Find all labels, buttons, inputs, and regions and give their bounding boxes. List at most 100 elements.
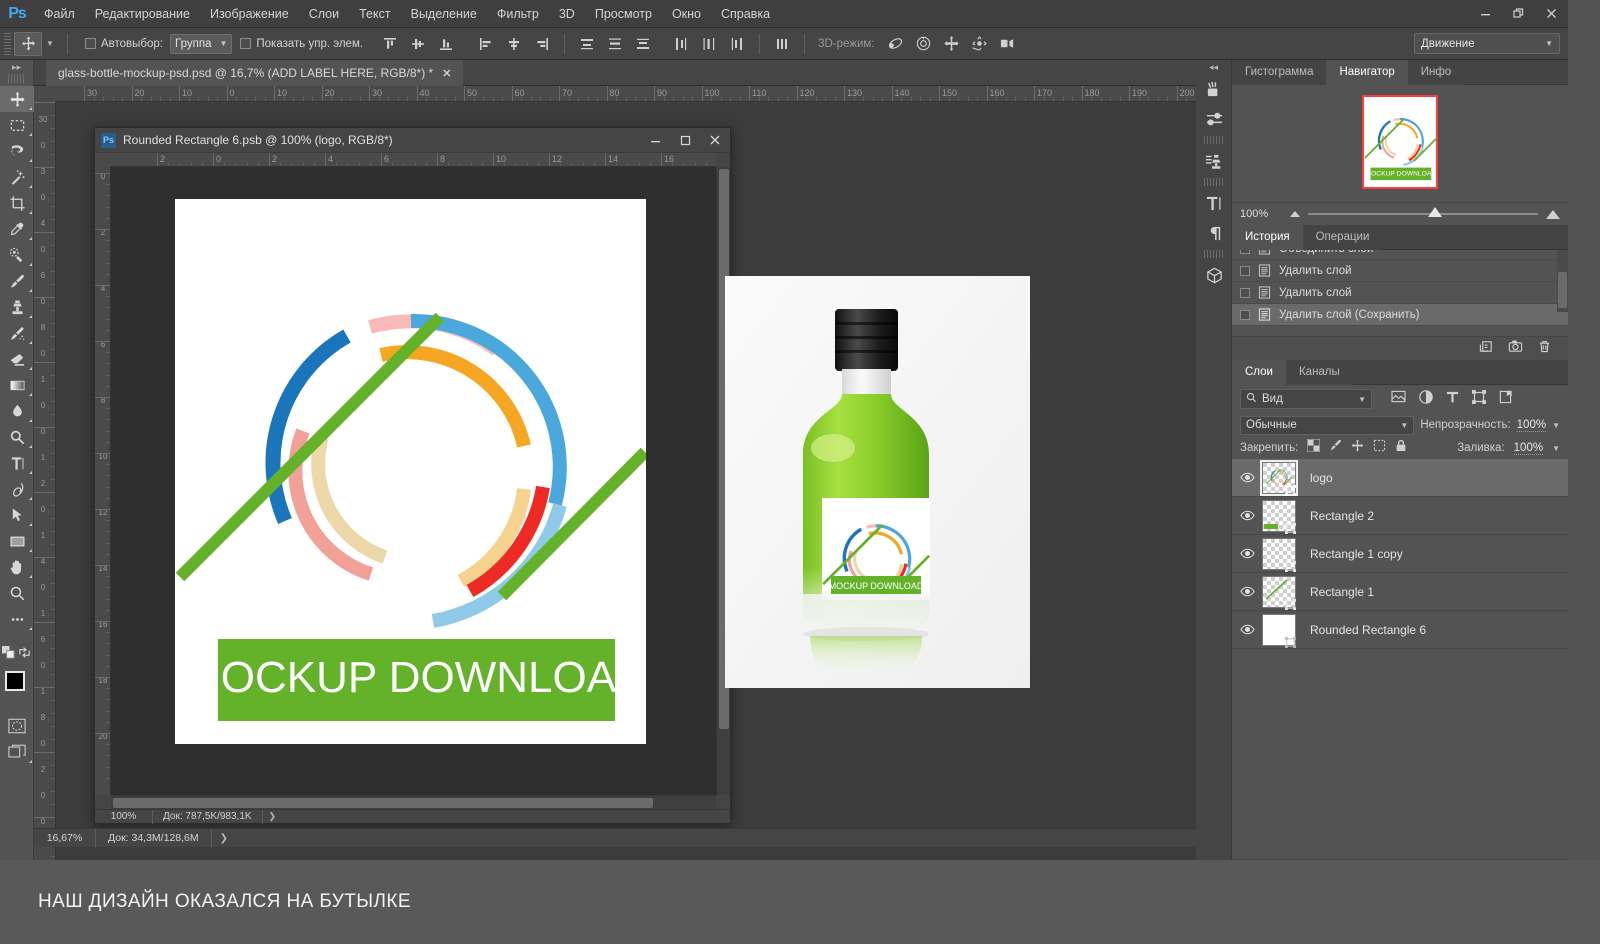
chevron-down-icon[interactable]: ▼ <box>1552 444 1560 453</box>
layer-filter-dropdown[interactable]: Вид ▼ <box>1240 389 1372 409</box>
workspace-dropdown[interactable]: Движение ▼ <box>1414 33 1560 54</box>
tool-eraser[interactable] <box>0 346 34 372</box>
layer-name[interactable]: Rectangle 1 copy <box>1296 547 1403 561</box>
layer-name[interactable]: Rounded Rectangle 6 <box>1296 623 1426 637</box>
document-tab[interactable]: glass-bottle-mockup-psd.psd @ 16,7% (ADD… <box>46 60 464 86</box>
adjustments-icon[interactable] <box>1196 104 1232 134</box>
menu-select[interactable]: Выделение <box>401 0 487 28</box>
maximize-button[interactable] <box>670 128 700 153</box>
align-right-edges-icon[interactable] <box>529 32 555 56</box>
auto-select-scope-dropdown[interactable]: Группа ▼ <box>170 33 233 54</box>
history-item[interactable]: Удалить слой <box>1232 260 1568 282</box>
lock-artboard-icon[interactable] <box>1373 439 1386 457</box>
tool-screen-mode[interactable] <box>0 739 34 765</box>
tool-history-brush[interactable] <box>0 320 34 346</box>
tool-rectangular-marquee[interactable] <box>0 112 34 138</box>
tool-rectangle[interactable] <box>0 528 34 554</box>
layer-visibility-icon[interactable] <box>1232 510 1262 521</box>
lock-all-icon[interactable] <box>1395 439 1407 457</box>
navigator-thumbnail[interactable]: MOCKUP DOWNLOAD <box>1362 95 1438 189</box>
history-list[interactable]: Объединить слои Удалить слой <box>1232 250 1568 336</box>
tools-panel-collapse-icon[interactable]: ▸▸ <box>0 60 33 74</box>
layer-name[interactable]: logo <box>1296 471 1333 485</box>
distribute-top-edges-icon[interactable] <box>574 32 600 56</box>
smart-object-window-titlebar[interactable]: Ps Rounded Rectangle 6.psb @ 100% (logo,… <box>95 128 730 153</box>
3d-icon[interactable] <box>1196 260 1232 290</box>
menu-view[interactable]: Просмотр <box>585 0 662 28</box>
distribute-bottom-edges-icon[interactable] <box>630 32 656 56</box>
vertical-ruler[interactable]: 0 2 4 6 8 10 12 14 16 18 20 <box>95 167 111 795</box>
status-expand-icon[interactable]: ❯ <box>212 833 236 844</box>
align-left-edges-icon[interactable] <box>473 32 499 56</box>
tab-navigator[interactable]: Навигатор <box>1326 60 1408 85</box>
distribute-right-edges-icon[interactable] <box>724 32 750 56</box>
horizontal-ruler[interactable]: 30 20 10 0 10 20 30 40 50 60 70 80 90 100 110 120 130 140… <box>56 86 1196 102</box>
tools-panel-grip[interactable] <box>8 74 25 83</box>
minimize-button[interactable] <box>640 128 670 153</box>
tool-lasso[interactable] <box>0 138 34 164</box>
brush-presets-icon[interactable] <box>1196 74 1232 104</box>
scrollbar-thumb[interactable] <box>113 798 653 808</box>
artboard-canvas[interactable]: MOCKUP DOWNLOAD <box>111 167 716 795</box>
tab-channels[interactable]: Каналы <box>1285 360 1353 385</box>
menu-edit[interactable]: Редактирование <box>85 0 200 28</box>
zoom-level[interactable]: 16,67% <box>34 828 96 848</box>
tool-swap-colors-icon[interactable] <box>17 639 34 665</box>
paragraph-icon[interactable] <box>1196 218 1232 248</box>
horizontal-scrollbar[interactable] <box>111 795 716 809</box>
vertical-ruler[interactable]: 30 0 3 0 4 0 6 0 8 0 1 0 0 1 2 0 1 4 0 1 6 0 1 8 0 2 0 0 <box>34 102 56 860</box>
tool-preset-chevron-icon[interactable]: ▼ <box>42 32 58 56</box>
distribute-horizontal-centers-icon[interactable] <box>696 32 722 56</box>
layer-thumbnail[interactable] <box>1262 537 1297 572</box>
menu-3d[interactable]: 3D <box>549 0 585 28</box>
styles-icon[interactable] <box>1196 146 1232 176</box>
close-icon[interactable]: ✕ <box>442 67 451 80</box>
history-item[interactable]: Объединить слои <box>1232 250 1568 260</box>
layer-visibility-icon[interactable] <box>1232 472 1262 483</box>
navigator-zoom-slider[interactable] <box>1308 207 1538 217</box>
layer-visibility-icon[interactable] <box>1232 586 1262 597</box>
layer-row-rect1-copy[interactable]: Rectangle 1 copy <box>1232 535 1568 573</box>
filter-shape-icon[interactable] <box>1472 389 1487 409</box>
align-bottom-edges-icon[interactable] <box>433 32 459 56</box>
fill-value[interactable]: 100% <box>1513 442 1544 455</box>
menu-file[interactable]: Файл <box>34 0 85 28</box>
tool-path-selection[interactable] <box>0 502 34 528</box>
rail-collapse-icon[interactable]: ◂◂ <box>1196 60 1231 74</box>
history-item-selected[interactable]: Удалить слой (Сохранить) <box>1232 304 1568 326</box>
lock-transparent-pixels-icon[interactable] <box>1306 438 1321 457</box>
distribute-spacing-icon[interactable] <box>769 32 795 56</box>
align-vertical-centers-icon[interactable] <box>405 32 431 56</box>
options-bar-grip[interactable] <box>4 32 11 55</box>
new-snapshot-icon[interactable] <box>1508 339 1523 359</box>
roll-3d-icon[interactable] <box>910 32 936 56</box>
layer-thumbnail[interactable] <box>1262 499 1297 534</box>
tool-gradient[interactable] <box>0 372 34 398</box>
layer-name[interactable]: Rectangle 1 <box>1296 585 1374 599</box>
menu-layers[interactable]: Слои <box>299 0 349 28</box>
tool-default-colors-icon[interactable] <box>0 639 17 665</box>
distribute-vertical-centers-icon[interactable] <box>602 32 628 56</box>
close-button[interactable] <box>1535 0 1568 28</box>
lock-position-icon[interactable] <box>1351 439 1364 457</box>
tool-zoom[interactable] <box>0 580 34 606</box>
tool-eyedropper[interactable] <box>0 216 34 242</box>
filter-pixel-icon[interactable] <box>1391 390 1406 408</box>
layer-thumbnail[interactable] <box>1260 459 1298 496</box>
move-tool-icon[interactable] <box>14 31 42 56</box>
character-icon[interactable] <box>1196 188 1232 218</box>
layer-row-rect2[interactable]: Rectangle 2 <box>1232 497 1568 535</box>
tool-brush[interactable] <box>0 268 34 294</box>
zoom-in-icon[interactable] <box>1546 209 1560 219</box>
menu-image[interactable]: Изображение <box>200 0 299 28</box>
filter-type-icon[interactable] <box>1446 390 1459 409</box>
zoom-level[interactable]: 100% <box>95 809 153 824</box>
tool-magic-wand[interactable] <box>0 164 34 190</box>
layer-row-logo[interactable]: logo <box>1232 459 1568 497</box>
scale-3d-icon[interactable] <box>994 32 1020 56</box>
foreground-color-swatch[interactable] <box>5 671 25 691</box>
filter-smart-object-icon[interactable] <box>1499 390 1512 409</box>
layer-row-rect1[interactable]: Rectangle 1 <box>1232 573 1568 611</box>
lock-image-pixels-icon[interactable] <box>1329 439 1342 457</box>
slider-knob[interactable] <box>1427 207 1442 217</box>
